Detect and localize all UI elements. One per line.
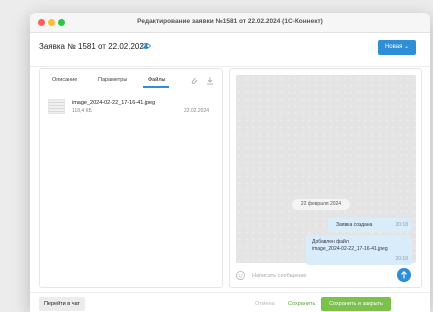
file-date: 22.02.2024 xyxy=(184,108,210,114)
message-text: Добавлен файл image_2024-02-22_17-16-41.… xyxy=(312,239,388,252)
request-header: Заявка № 1581 от 22.02.2024 Новая ⌄ xyxy=(30,33,430,67)
request-title: Заявка № 1581 от 22.02.2024 xyxy=(39,42,149,51)
goto-chat-button[interactable]: Перейти в чат xyxy=(39,297,85,311)
save-button[interactable]: Сохранить xyxy=(288,301,315,307)
tab-files[interactable]: Файлы xyxy=(148,77,165,83)
attach-icon[interactable] xyxy=(190,76,198,85)
active-tab-indicator xyxy=(143,86,169,88)
file-list-item[interactable]: image_2024-02-22_17-16-41.jpeg 118,4 КБ … xyxy=(48,99,218,121)
file-size: 118,4 КБ xyxy=(72,108,92,114)
message-text: Заявка создана xyxy=(336,222,373,228)
chat-message: Заявка создана 20:18 xyxy=(328,218,412,232)
status-label: Новая xyxy=(384,44,403,50)
status-dropdown-button[interactable]: Новая ⌄ xyxy=(378,40,416,55)
tab-parameters[interactable]: Параметры xyxy=(98,77,127,83)
file-name: image_2024-02-22_17-16-41.jpeg xyxy=(72,100,156,106)
message-time: 20:18 xyxy=(395,222,408,228)
message-composer xyxy=(230,265,421,287)
details-panel: Описание Параметры Файлы image_2024-02-2… xyxy=(39,68,223,288)
send-button[interactable] xyxy=(397,268,411,282)
message-input[interactable] xyxy=(252,270,372,281)
message-time: 20:18 xyxy=(395,256,408,262)
message-line: image_2024-02-22_17-16-41.jpeg xyxy=(312,245,388,252)
eye-icon[interactable] xyxy=(141,42,151,50)
edit-request-window: Редактирование заявки №1581 от 22.02.202… xyxy=(30,13,430,312)
cancel-button[interactable]: Отмена xyxy=(255,301,275,307)
chat-messages-area: 22 февраля 2024 Заявка создана 20:18 Доб… xyxy=(236,75,416,265)
chat-message: Добавлен файл image_2024-02-22_17-16-41.… xyxy=(306,235,412,265)
footer-bar: Перейти в чат Отмена Сохранить Сохранить… xyxy=(30,292,430,312)
chat-panel: 22 февраля 2024 Заявка создана 20:18 Доб… xyxy=(229,68,422,288)
download-icon[interactable] xyxy=(206,76,214,85)
file-thumbnail xyxy=(48,99,65,114)
window-title: Редактирование заявки №1581 от 22.02.202… xyxy=(137,18,323,25)
title-bar: Редактирование заявки №1581 от 22.02.202… xyxy=(30,13,430,33)
tab-description[interactable]: Описание xyxy=(52,77,77,83)
smile-icon[interactable] xyxy=(236,271,245,280)
save-and-close-button[interactable]: Сохранить и закрыть xyxy=(321,297,391,311)
chevron-down-icon: ⌄ xyxy=(404,44,410,50)
tab-bar: Описание Параметры Файлы xyxy=(40,74,222,90)
date-separator: 22 февраля 2024 xyxy=(292,199,350,210)
